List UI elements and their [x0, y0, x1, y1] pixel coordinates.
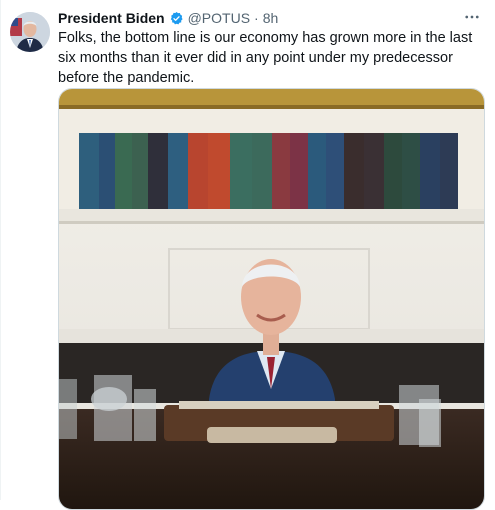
photo-president-at-table — [59, 89, 484, 509]
tweet-card[interactable]: President Biden @POTUS · 8h Folks, the b… — [0, 0, 495, 510]
divider — [0, 0, 1, 500]
tweet-text: Folks, the bottom line is our economy ha… — [58, 30, 473, 86]
avatar[interactable] — [10, 12, 50, 52]
bookshelf-books — [79, 133, 458, 209]
verified-badge-icon — [169, 11, 184, 26]
avatar-image — [10, 12, 50, 52]
timestamp[interactable]: 8h — [263, 10, 279, 26]
tweet-header: President Biden @POTUS · 8h — [58, 9, 278, 27]
separator-dot: · — [254, 10, 259, 26]
tweet-photo[interactable] — [58, 88, 485, 510]
author-name[interactable]: President Biden — [58, 10, 165, 26]
author-handle[interactable]: @POTUS — [188, 10, 250, 26]
